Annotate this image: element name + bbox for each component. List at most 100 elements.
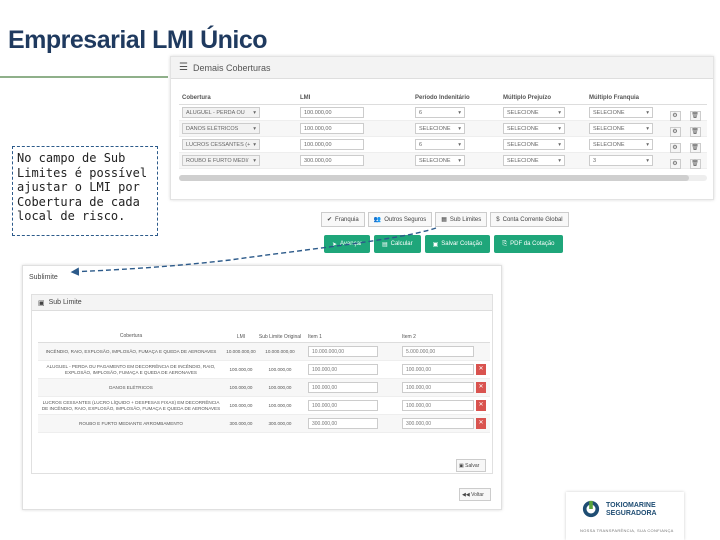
col-item1: Item 1 bbox=[308, 334, 322, 340]
multiplo-franquia-select[interactable]: 3 ▾ bbox=[589, 155, 653, 166]
logo-line1: TOKIOMARINE bbox=[606, 502, 656, 509]
multiplo-prejuizo-select[interactable]: SELECIONE ▾ bbox=[503, 155, 565, 166]
sublimit-panel: ▣ Sub Limite Cobertura LMI Sub Limite Or… bbox=[31, 294, 493, 474]
col-cobertura: Cobertura bbox=[182, 94, 211, 101]
col-sub-limite: Sub Limite Original bbox=[258, 334, 302, 340]
cobertura-select[interactable]: ROUBO E FURTO MEDI/▾ bbox=[182, 155, 260, 166]
item1-input[interactable]: 100.000,00 bbox=[308, 382, 378, 393]
coverages-table-header: Cobertura LMI Período Indenitário Múltip… bbox=[179, 91, 707, 105]
table-row: DANOS ELÉTRICOS ▾ 100.000,00 SELECIONE ▾ S… bbox=[179, 121, 707, 137]
multiplo-franquia-select[interactable]: SELECIONE ▾ bbox=[589, 107, 653, 118]
table-row: ROUBO E FURTO MEDIANTE ARROMBAMENTO 300.… bbox=[38, 415, 490, 433]
tab-sub-limites[interactable]: ▦ Sub Limites bbox=[435, 212, 488, 227]
trash-icon[interactable]: 🗑 bbox=[689, 158, 701, 169]
save-icon: ▣ bbox=[432, 241, 439, 248]
cobertura-cell: ALUGUEL - PERDA OU PAGAMENTO EM DECORRÊN… bbox=[46, 363, 216, 375]
lmi-cell: 100.000,00 bbox=[229, 367, 253, 372]
item2-input[interactable]: 100.000,00 bbox=[402, 382, 474, 393]
multiplo-prejuizo-select[interactable]: SELECIONE ▾ bbox=[503, 123, 565, 134]
back-icon: ◀◀ bbox=[462, 492, 470, 498]
table-row: INCÊNDIO, RAIO, EXPLOSÃO, IMPLOSÃO, FUMA… bbox=[38, 343, 490, 361]
item2-input[interactable]: 100.000,00 bbox=[402, 364, 474, 375]
item1-input[interactable]: 300.000,00 bbox=[308, 418, 378, 429]
lmi-cell: 10.000.000,00 bbox=[226, 349, 256, 354]
horizontal-scrollbar[interactable] bbox=[179, 175, 707, 181]
item2-input[interactable]: 100.000,00 bbox=[402, 400, 474, 411]
periodo-select[interactable]: SELECIONE ▾ bbox=[415, 155, 465, 166]
sublimit-window: Sublimite ▣ Sub Limite Cobertura LMI Sub… bbox=[22, 265, 502, 510]
tab-outros-seguros[interactable]: 👥 Outros Seguros bbox=[367, 212, 433, 227]
pdf-quote-button[interactable]: ⎘ PDF da Cotação bbox=[494, 235, 563, 253]
option-tabs: ✔ Franquia 👥 Outros Seguros ▦ Sub Limites $… bbox=[321, 212, 569, 227]
lmi-cell: 100.000,00 bbox=[229, 385, 253, 390]
coverages-panel-title: Demais Coberturas bbox=[192, 62, 271, 73]
remove-icon[interactable]: ✕ bbox=[476, 364, 486, 375]
lmi-input[interactable]: 100.000,00 bbox=[300, 139, 364, 150]
multiplo-franquia-select[interactable]: SELECIONE ▾ bbox=[589, 139, 653, 150]
scrollbar-thumb[interactable] bbox=[179, 175, 689, 181]
tab-franquia[interactable]: ✔ Franquia bbox=[321, 212, 365, 227]
multiplo-prejuizo-select[interactable]: SELECIONE ▾ bbox=[503, 107, 565, 118]
cobertura-select[interactable]: LUCROS CESSANTES (+ ▾ bbox=[182, 139, 260, 150]
calculate-button[interactable]: ▤ Calcular bbox=[373, 235, 421, 253]
item2-input[interactable]: 300.000,00 bbox=[402, 418, 474, 429]
table-icon: ▣ bbox=[38, 299, 45, 307]
col-item2: Item 2 bbox=[402, 334, 416, 340]
col-multiplo-franquia: Múltiplo Franquia bbox=[589, 94, 639, 101]
cobertura-cell: ROUBO E FURTO MEDIANTE ARROMBAMENTO bbox=[79, 420, 183, 426]
item2-input[interactable]: 5.000.000,00 bbox=[402, 346, 474, 357]
lmi-input[interactable]: 100.000,00 bbox=[300, 123, 364, 134]
table-row: ALUGUEL - PERDA OU ▾ 100.000,00 6 ▾ SELECI… bbox=[179, 105, 707, 121]
table-row: ALUGUEL - PERDA OU PAGAMENTO EM DECORRÊN… bbox=[38, 361, 490, 379]
page-title: Empresarial LMI Único bbox=[8, 26, 268, 54]
item1-input[interactable]: 100.000,00 bbox=[308, 364, 378, 375]
lmi-cell: 300.000,00 bbox=[229, 421, 253, 426]
item1-input[interactable]: 100.000,00 bbox=[308, 400, 378, 411]
save-button[interactable]: ▣ Salvar bbox=[456, 459, 486, 472]
action-buttons: ➤ Avançar ▤ Calcular ▣ Salvar Cotação ⎘ PDF … bbox=[324, 235, 563, 253]
logo-tagline: NOSSA TRANSPARÊNCIA, SUA CONFIANÇA bbox=[580, 528, 674, 533]
original-cell: 100.000,00 bbox=[268, 366, 292, 372]
sublimit-table-header: Cobertura LMI Sub Limite Original Item 1… bbox=[38, 317, 490, 343]
cobertura-select[interactable]: DANOS ELÉTRICOS ▾ bbox=[182, 123, 260, 134]
col-periodo: Período Indenitário bbox=[415, 94, 470, 101]
menu-icon[interactable]: ☰ bbox=[179, 62, 188, 73]
original-cell: 300.000,00 bbox=[268, 420, 292, 426]
remove-icon[interactable]: ✕ bbox=[476, 400, 486, 411]
lmi-input[interactable]: 300.000,00 bbox=[300, 155, 364, 166]
lmi-input[interactable]: 100.000,00 bbox=[300, 107, 364, 118]
back-button[interactable]: ◀◀ Voltar bbox=[459, 488, 491, 501]
multiplo-franquia-select[interactable]: SELECIONE ▾ bbox=[589, 123, 653, 134]
remove-icon[interactable]: ✕ bbox=[476, 382, 486, 393]
pdf-icon: ⎘ bbox=[502, 240, 508, 247]
sublimit-window-title: Sublimite bbox=[29, 274, 58, 281]
cobertura-select[interactable]: ALUGUEL - PERDA OU ▾ bbox=[182, 107, 260, 118]
coverages-rows: ALUGUEL - PERDA OU ▾ 100.000,00 6 ▾ SELECI… bbox=[179, 105, 707, 169]
sublimit-panel-header: ▣ Sub Limite bbox=[32, 295, 492, 311]
settings-icon[interactable]: ⚙ bbox=[669, 158, 681, 169]
table-row: DANOS ELÉTRICOS 100.000,00 100.000,00 10… bbox=[38, 379, 490, 397]
original-cell: 10.000.000,00 bbox=[265, 348, 295, 354]
table-row: ROUBO E FURTO MEDI/▾ 300.000,00 SELECION… bbox=[179, 153, 707, 169]
cobertura-cell: DANOS ELÉTRICOS bbox=[109, 384, 153, 390]
save-quote-button[interactable]: ▣ Salvar Cotação bbox=[424, 235, 491, 253]
cobertura-cell: LUCROS CESSANTES (LUCRO LÍQUIDO + DESPES… bbox=[41, 399, 221, 411]
remove-icon[interactable]: ✕ bbox=[476, 418, 486, 429]
coverages-table: Cobertura LMI Período Indenitário Múltip… bbox=[179, 91, 707, 169]
advance-button[interactable]: ➤ Avançar bbox=[324, 235, 370, 253]
col-cobertura: Cobertura bbox=[119, 333, 143, 340]
col-multiplo-prejuizo: Múltiplo Prejuízo bbox=[503, 94, 551, 101]
grid-icon: ▦ bbox=[441, 217, 447, 223]
item1-input[interactable]: 10.000.000,00 bbox=[308, 346, 378, 357]
original-cell: 100.000,00 bbox=[268, 384, 292, 390]
table-row: LUCROS CESSANTES (+ ▾ 100.000,00 6 ▾ SELEC… bbox=[179, 137, 707, 153]
logo-line2: SEGURADORA bbox=[606, 510, 657, 517]
tab-conta-corrente[interactable]: $ Conta Corrente Global bbox=[490, 212, 569, 227]
sublimit-table: Cobertura LMI Sub Limite Original Item 1… bbox=[38, 317, 490, 433]
periodo-select[interactable]: SELECIONE ▾ bbox=[415, 123, 465, 134]
original-cell: 100.000,00 bbox=[268, 402, 292, 408]
periodo-select[interactable]: 6 ▾ bbox=[415, 107, 465, 118]
periodo-select[interactable]: 6 ▾ bbox=[415, 139, 465, 150]
col-lmi: LMI bbox=[236, 334, 246, 340]
multiplo-prejuizo-select[interactable]: SELECIONE ▾ bbox=[503, 139, 565, 150]
